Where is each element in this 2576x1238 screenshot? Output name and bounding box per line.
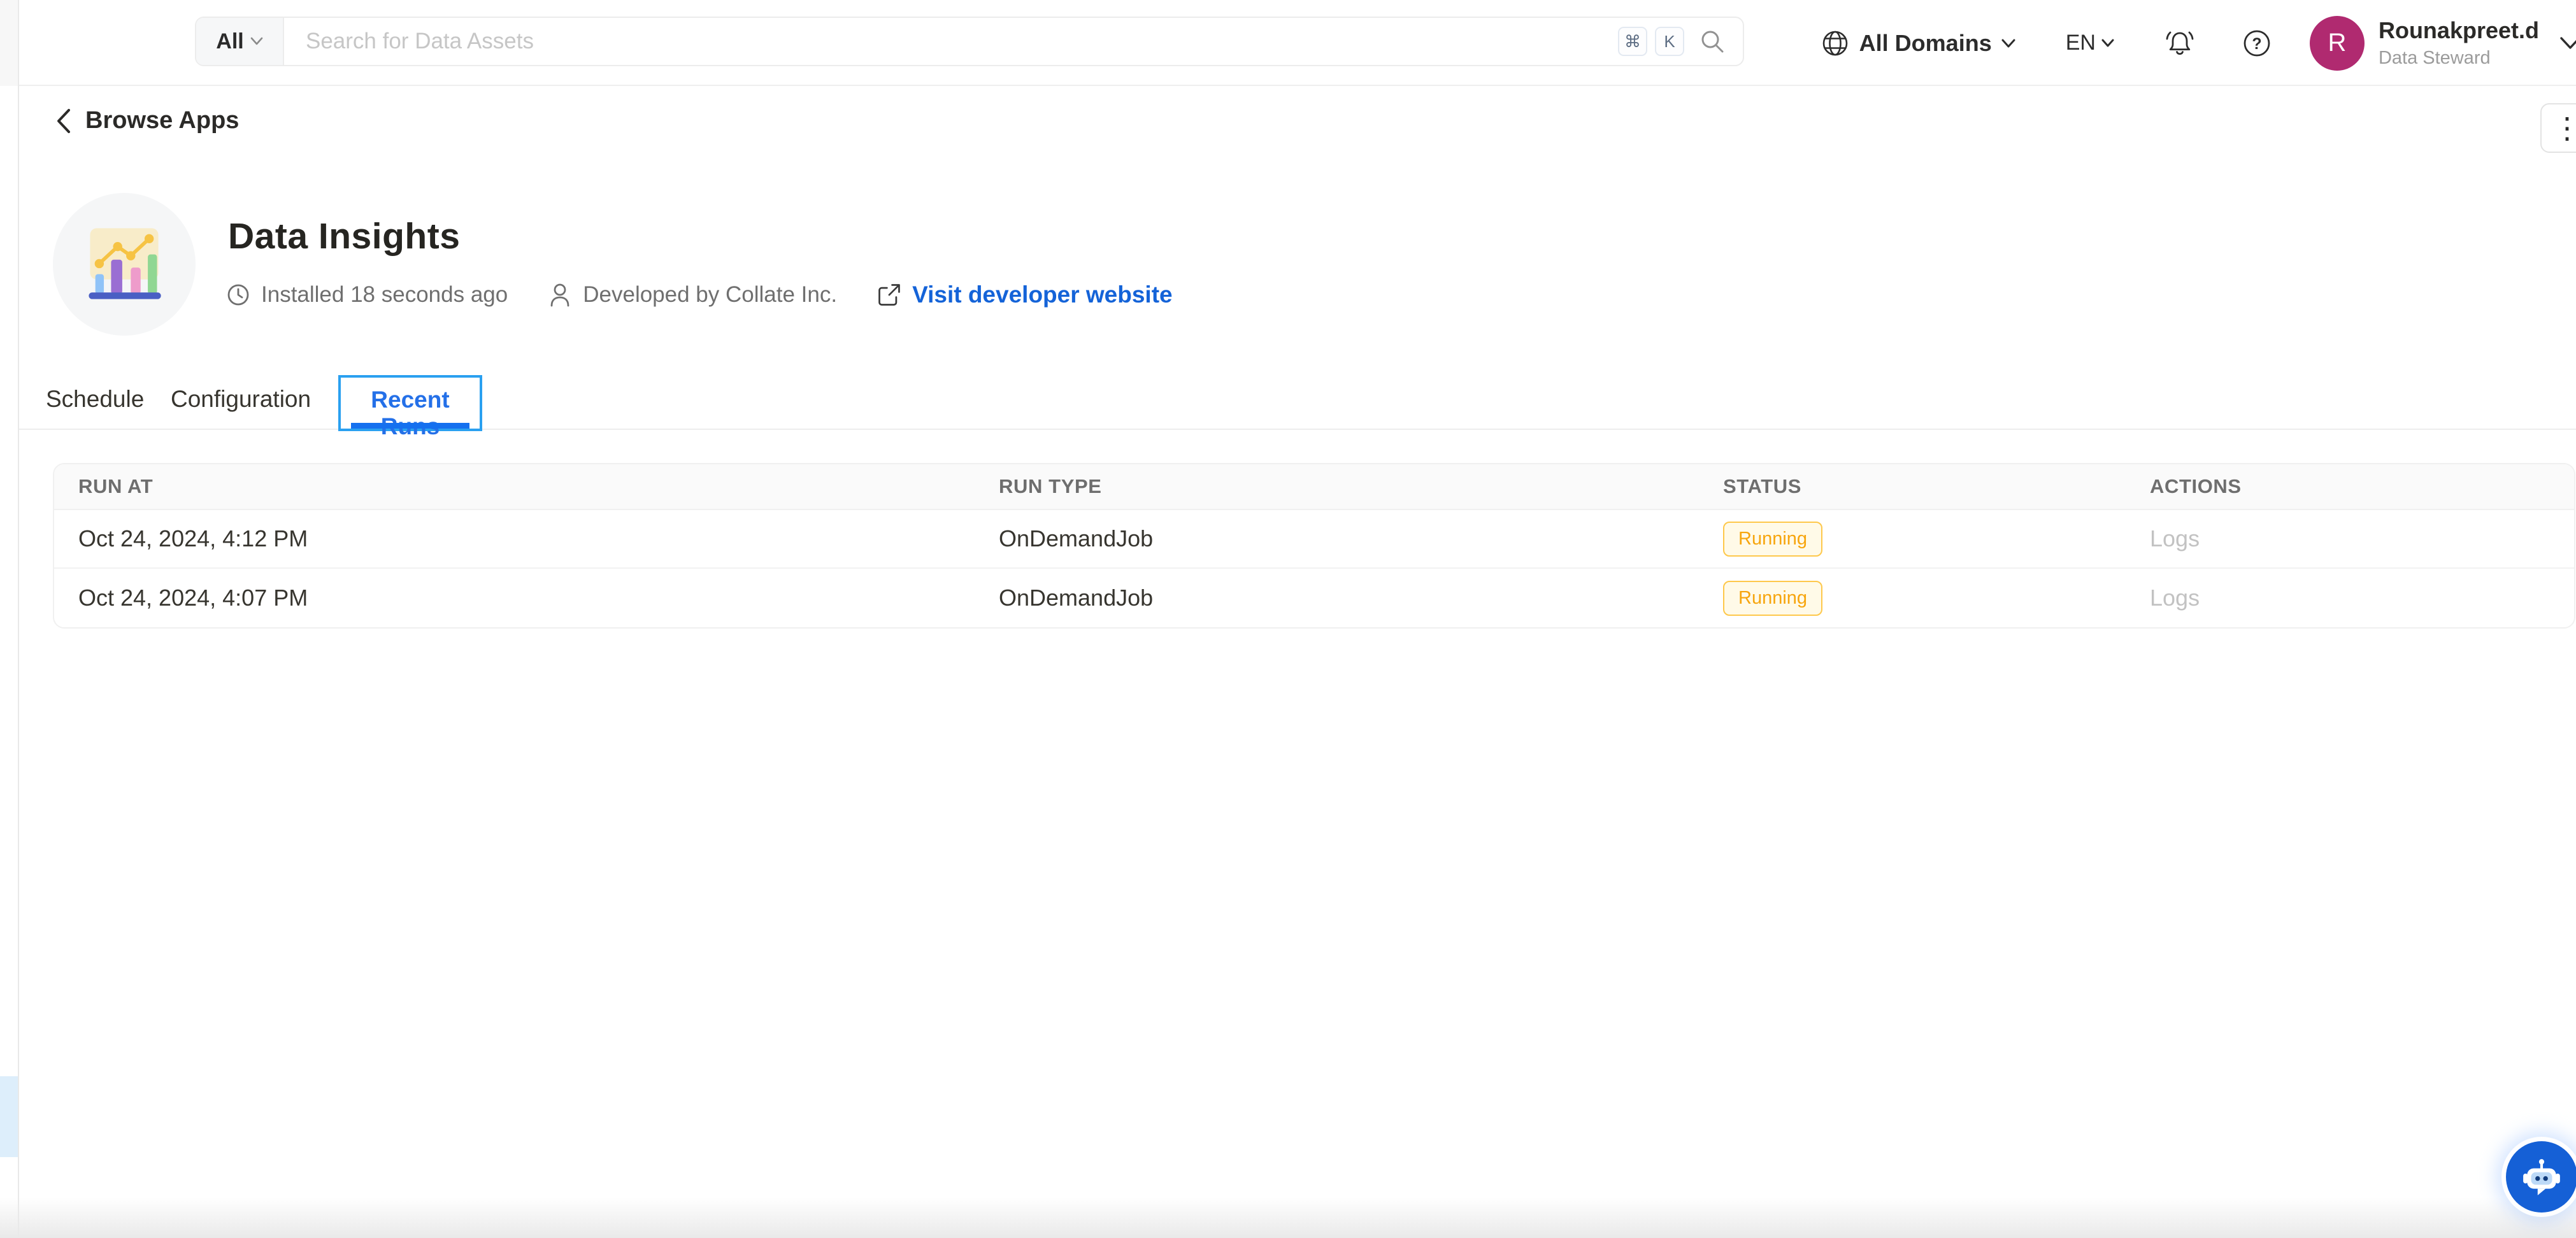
k-key-badge: K: [1655, 27, 1684, 56]
bottom-scroll-fade: [0, 1197, 2576, 1238]
user-menu-chevron-icon[interactable]: [2558, 36, 2576, 51]
status-badge: Running: [1723, 581, 1822, 616]
table-row: Oct 24, 2024, 4:07 PM OnDemandJob Runnin…: [54, 569, 2574, 627]
kebab-menu-icon: ⋮: [2552, 113, 2576, 143]
left-rail: [0, 0, 19, 1238]
chevron-down-icon: [250, 37, 263, 46]
person-icon: [547, 281, 573, 308]
table-row: Oct 24, 2024, 4:12 PM OnDemandJob Runnin…: [54, 510, 2574, 569]
language-dropdown[interactable]: EN: [2066, 31, 2115, 55]
installed-info: Installed 18 seconds ago: [225, 282, 508, 308]
top-bar: All ⌘ K All Domains EN ?: [19, 0, 2576, 86]
page-title: Data Insights: [228, 215, 460, 257]
column-header-actions: ACTIONS: [2150, 475, 2574, 498]
global-search-bar: All ⌘ K: [195, 17, 1744, 66]
developer-website-label: Visit developer website: [912, 281, 1173, 308]
left-rail-highlight: [0, 1076, 18, 1157]
svg-text:?: ?: [2252, 35, 2261, 53]
globe-icon: [1820, 28, 1850, 59]
recent-runs-table: RUN AT RUN TYPE STATUS ACTIONS Oct 24, 2…: [53, 463, 2575, 629]
tab-configuration[interactable]: Configuration: [171, 386, 311, 413]
notifications-button[interactable]: [2163, 27, 2196, 59]
left-rail-top-segment: [0, 0, 18, 86]
developer-info: Developed by Collate Inc.: [547, 281, 837, 308]
installed-text: Installed 18 seconds ago: [261, 282, 508, 308]
logs-link[interactable]: Logs: [2150, 585, 2200, 611]
back-label: Browse Apps: [85, 107, 239, 134]
avatar-initial: R: [2328, 29, 2347, 57]
search-scope-select[interactable]: All: [196, 18, 284, 65]
run-type-cell: OnDemandJob: [999, 525, 1723, 552]
user-menu[interactable]: Rounakpreet.d Data Steward: [2379, 17, 2539, 69]
column-header-run-at: RUN AT: [78, 475, 999, 498]
top-bar-right-cluster: All Domains EN ? R Rounakpreet.d Data St…: [1820, 0, 2572, 86]
active-tab-inkbar: [351, 423, 469, 429]
search-scope-label: All: [216, 29, 243, 54]
chevron-left-icon: [55, 108, 71, 134]
search-input[interactable]: [284, 18, 1618, 65]
more-actions-button[interactable]: ⋮: [2540, 103, 2576, 153]
status-badge: Running: [1723, 522, 1822, 557]
browse-apps-back-button[interactable]: Browse Apps: [55, 107, 239, 134]
bell-icon: [2163, 27, 2196, 59]
help-button[interactable]: ?: [2241, 27, 2273, 59]
language-label: EN: [2066, 31, 2096, 55]
domains-dropdown[interactable]: All Domains: [1820, 28, 2016, 59]
chat-assistant-button[interactable]: [2506, 1141, 2576, 1213]
tab-recent-runs-label: Recent Runs: [341, 387, 480, 440]
developer-text: Developed by Collate Inc.: [583, 282, 837, 308]
help-icon: ?: [2241, 27, 2273, 59]
status-cell: Running: [1723, 581, 2150, 616]
user-role: Data Steward: [2379, 48, 2539, 69]
chevron-down-icon: [2001, 38, 2016, 48]
domains-label: All Domains: [1859, 30, 1992, 57]
column-header-run-type: RUN TYPE: [999, 475, 1723, 498]
cmd-key-badge: ⌘: [1618, 27, 1647, 56]
run-type-cell: OnDemandJob: [999, 585, 1723, 611]
actions-cell: Logs: [2150, 525, 2574, 552]
user-avatar[interactable]: R: [2310, 16, 2365, 71]
search-icon[interactable]: [1698, 27, 1726, 55]
external-link-icon: [877, 282, 902, 308]
tab-schedule[interactable]: Schedule: [46, 386, 144, 413]
actions-cell: Logs: [2150, 585, 2574, 611]
run-at-cell: Oct 24, 2024, 4:12 PM: [78, 525, 999, 552]
developer-website-link[interactable]: Visit developer website: [877, 281, 1173, 308]
data-insights-chart-icon: [81, 227, 168, 302]
robot-icon: [2521, 1156, 2563, 1198]
chevron-down-icon: [2101, 38, 2115, 48]
tab-recent-runs[interactable]: Recent Runs: [338, 375, 482, 431]
user-name: Rounakpreet.d: [2379, 17, 2539, 43]
clock-icon: [225, 282, 251, 308]
table-header-row: RUN AT RUN TYPE STATUS ACTIONS: [54, 464, 2574, 510]
run-at-cell: Oct 24, 2024, 4:07 PM: [78, 585, 999, 611]
status-cell: Running: [1723, 522, 2150, 557]
app-logo: [53, 193, 196, 336]
logs-link[interactable]: Logs: [2150, 525, 2200, 552]
app-meta-row: Installed 18 seconds ago Developed by Co…: [225, 281, 1173, 308]
column-header-status: STATUS: [1723, 475, 2150, 498]
